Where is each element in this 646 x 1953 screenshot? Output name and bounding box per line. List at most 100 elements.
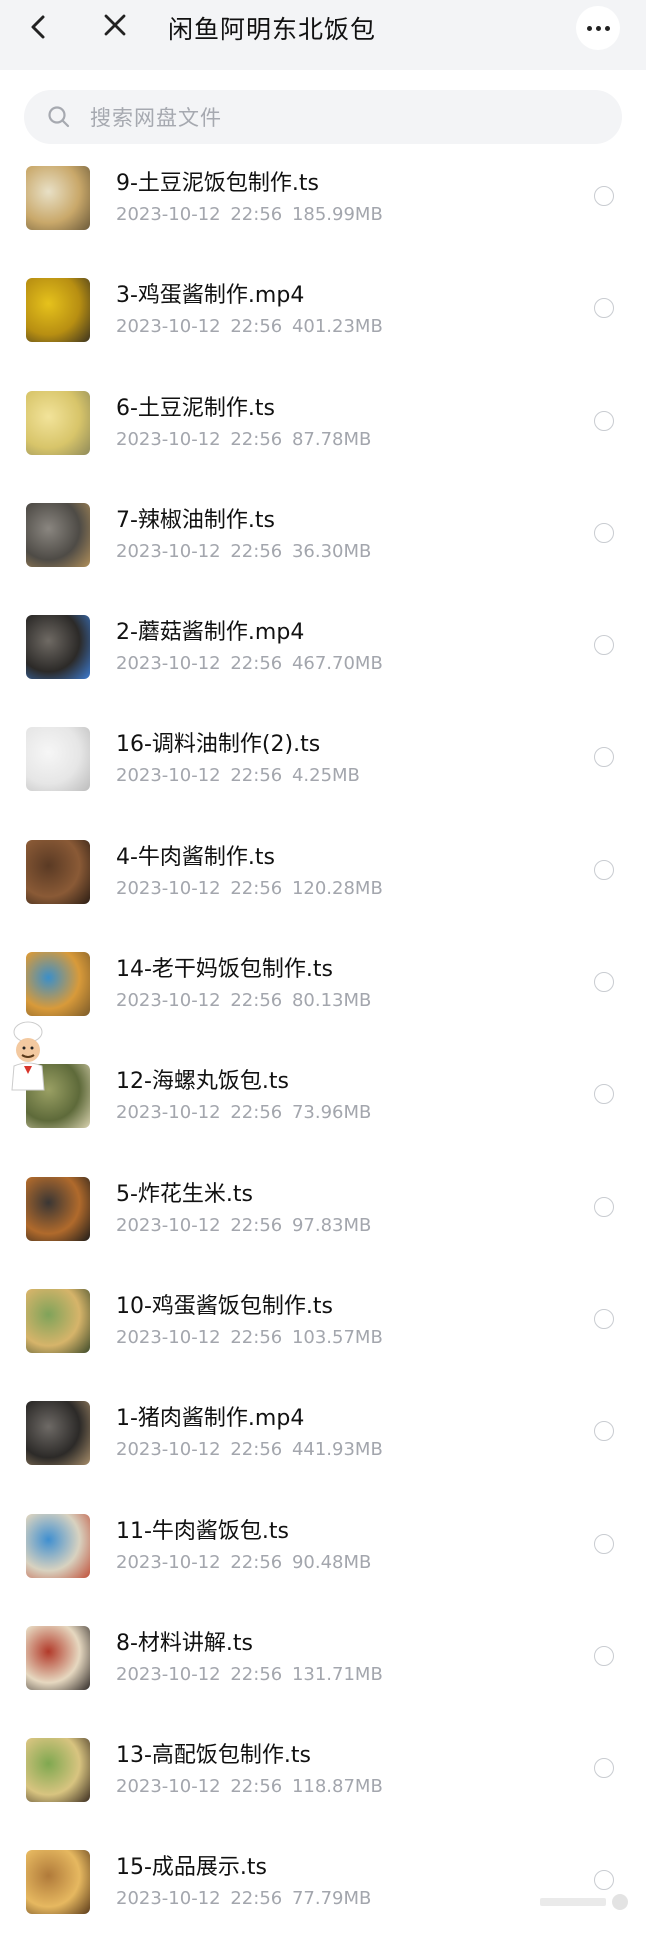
- file-meta: 2023-10-12 22:56 36.30MB: [116, 541, 371, 562]
- file-date: 2023-10-12: [116, 316, 221, 338]
- file-row[interactable]: 12-海螺丸饭包.ts 2023-10-12 22:56 73.96MB: [0, 1054, 646, 1166]
- file-name: 4-牛肉酱制作.ts: [116, 844, 276, 870]
- select-radio[interactable]: [594, 747, 614, 768]
- select-radio[interactable]: [594, 972, 614, 993]
- file-name: 14-老干妈饭包制作.ts: [116, 957, 334, 983]
- file-time: 22:56: [230, 1214, 283, 1236]
- file-row[interactable]: 4-牛肉酱制作.ts 2023-10-12 22:56 120.28MB: [0, 830, 646, 942]
- file-row[interactable]: 1-猪肉酱制作.mp4 2023-10-12 22:56 441.93MB: [0, 1391, 646, 1503]
- file-time: 22:56: [230, 1888, 283, 1910]
- select-radio[interactable]: [594, 410, 614, 431]
- video-thumbnail[interactable]: [26, 952, 90, 1017]
- file-time: 22:56: [230, 1551, 283, 1573]
- file-name: 6-土豆泥制作.ts: [116, 395, 276, 421]
- file-size: 77.79MB: [291, 1888, 372, 1910]
- video-thumbnail[interactable]: [26, 1738, 90, 1803]
- file-row[interactable]: 2-蘑菇酱制作.mp4 2023-10-12 22:56 467.70MB: [0, 605, 646, 717]
- file-meta: 2023-10-12 22:56 90.48MB: [116, 1552, 371, 1573]
- select-radio[interactable]: [594, 635, 614, 656]
- file-meta: 2023-10-12 22:56 120.28MB: [116, 878, 383, 899]
- select-radio[interactable]: [594, 1758, 614, 1779]
- file-meta: 2023-10-12 22:56 401.23MB: [116, 316, 383, 337]
- video-thumbnail[interactable]: [26, 615, 90, 680]
- watermark: [540, 1892, 630, 1915]
- file-size: 97.83MB: [291, 1214, 372, 1236]
- file-date: 2023-10-12: [116, 1214, 221, 1236]
- file-size: 120.28MB: [291, 877, 383, 899]
- file-row[interactable]: 14-老干妈饭包制作.ts 2023-10-12 22:56 80.13MB: [0, 942, 646, 1054]
- file-date: 2023-10-12: [116, 1888, 221, 1910]
- file-size: 131.71MB: [291, 1663, 383, 1685]
- select-radio[interactable]: [594, 1870, 614, 1891]
- file-size: 90.48MB: [291, 1551, 372, 1573]
- video-thumbnail[interactable]: [26, 839, 90, 904]
- search-input[interactable]: 搜索网盘文件: [24, 90, 622, 144]
- chevron-left-icon: [31, 15, 45, 39]
- select-radio[interactable]: [594, 522, 614, 543]
- video-thumbnail[interactable]: [26, 727, 90, 792]
- file-meta: 2023-10-12 22:56 77.79MB: [116, 1888, 371, 1909]
- file-time: 22:56: [230, 1439, 283, 1461]
- search-placeholder: 搜索网盘文件: [90, 106, 222, 130]
- video-thumbnail[interactable]: [26, 1625, 90, 1690]
- select-radio[interactable]: [594, 186, 614, 206]
- file-size: 36.30MB: [291, 540, 372, 562]
- file-size: 80.13MB: [291, 990, 372, 1012]
- file-time: 22:56: [230, 316, 283, 338]
- file-meta: 2023-10-12 22:56 97.83MB: [116, 1215, 371, 1236]
- file-size: 467.70MB: [291, 653, 383, 675]
- select-radio[interactable]: [594, 859, 614, 880]
- video-thumbnail[interactable]: [26, 1401, 90, 1466]
- select-radio[interactable]: [594, 1084, 614, 1105]
- file-name: 1-猪肉酱制作.mp4: [116, 1406, 305, 1432]
- file-size: 441.93MB: [291, 1439, 383, 1461]
- file-time: 22:56: [230, 877, 283, 899]
- file-size: 73.96MB: [291, 1102, 372, 1124]
- file-time: 22:56: [230, 990, 283, 1012]
- file-meta: 2023-10-12 22:56 118.87MB: [116, 1776, 383, 1797]
- file-time: 22:56: [230, 1102, 283, 1124]
- close-button[interactable]: [100, 10, 130, 40]
- file-row[interactable]: 7-辣椒油制作.ts 2023-10-12 22:56 36.30MB: [0, 493, 646, 605]
- file-row[interactable]: 3-鸡蛋酱制作.mp4 2023-10-12 22:56 401.23MB: [0, 268, 646, 380]
- video-thumbnail[interactable]: [26, 1850, 90, 1915]
- file-date: 2023-10-12: [116, 1326, 221, 1348]
- file-date: 2023-10-12: [116, 877, 221, 899]
- file-date: 2023-10-12: [116, 1663, 221, 1685]
- file-date: 2023-10-12: [116, 1439, 221, 1461]
- file-row[interactable]: 5-炸花生米.ts 2023-10-12 22:56 97.83MB: [0, 1167, 646, 1279]
- file-meta: 2023-10-12 22:56 4.25MB: [116, 765, 360, 786]
- select-radio[interactable]: [594, 298, 614, 319]
- select-radio[interactable]: [594, 1421, 614, 1442]
- file-meta: 2023-10-12 22:56 103.57MB: [116, 1327, 383, 1348]
- file-time: 22:56: [230, 428, 283, 450]
- file-row[interactable]: 6-土豆泥制作.ts 2023-10-12 22:56 87.78MB: [0, 381, 646, 493]
- video-thumbnail[interactable]: [26, 1288, 90, 1353]
- more-options-button[interactable]: [576, 6, 620, 50]
- back-button[interactable]: [24, 12, 54, 42]
- file-row[interactable]: 9-土豆泥饭包制作.ts 2023-10-12 22:56 185.99MB: [0, 156, 646, 268]
- file-meta: 2023-10-12 22:56 87.78MB: [116, 429, 371, 450]
- file-row[interactable]: 8-材料讲解.ts 2023-10-12 22:56 131.71MB: [0, 1616, 646, 1728]
- video-thumbnail[interactable]: [26, 278, 90, 343]
- file-name: 5-炸花生米.ts: [116, 1181, 254, 1207]
- file-row[interactable]: 13-高配饭包制作.ts 2023-10-12 22:56 118.87MB: [0, 1728, 646, 1840]
- select-radio[interactable]: [594, 1196, 614, 1217]
- select-radio[interactable]: [594, 1645, 614, 1666]
- video-thumbnail[interactable]: [26, 502, 90, 567]
- file-size: 103.57MB: [291, 1326, 383, 1348]
- more-dot-icon: [586, 25, 592, 31]
- file-row[interactable]: 11-牛肉酱饭包.ts 2023-10-12 22:56 90.48MB: [0, 1504, 646, 1616]
- video-thumbnail[interactable]: [26, 1513, 90, 1578]
- file-time: 22:56: [230, 765, 283, 787]
- select-radio[interactable]: [594, 1308, 614, 1329]
- file-name: 3-鸡蛋酱制作.mp4: [116, 283, 305, 309]
- file-row[interactable]: 16-调料油制作(2).ts 2023-10-12 22:56 4.25MB: [0, 717, 646, 829]
- video-thumbnail[interactable]: [26, 166, 90, 230]
- file-time: 22:56: [230, 653, 283, 675]
- file-name: 10-鸡蛋酱饭包制作.ts: [116, 1293, 334, 1319]
- select-radio[interactable]: [594, 1533, 614, 1554]
- video-thumbnail[interactable]: [26, 1176, 90, 1241]
- file-row[interactable]: 10-鸡蛋酱饭包制作.ts 2023-10-12 22:56 103.57MB: [0, 1279, 646, 1391]
- video-thumbnail[interactable]: [26, 390, 90, 455]
